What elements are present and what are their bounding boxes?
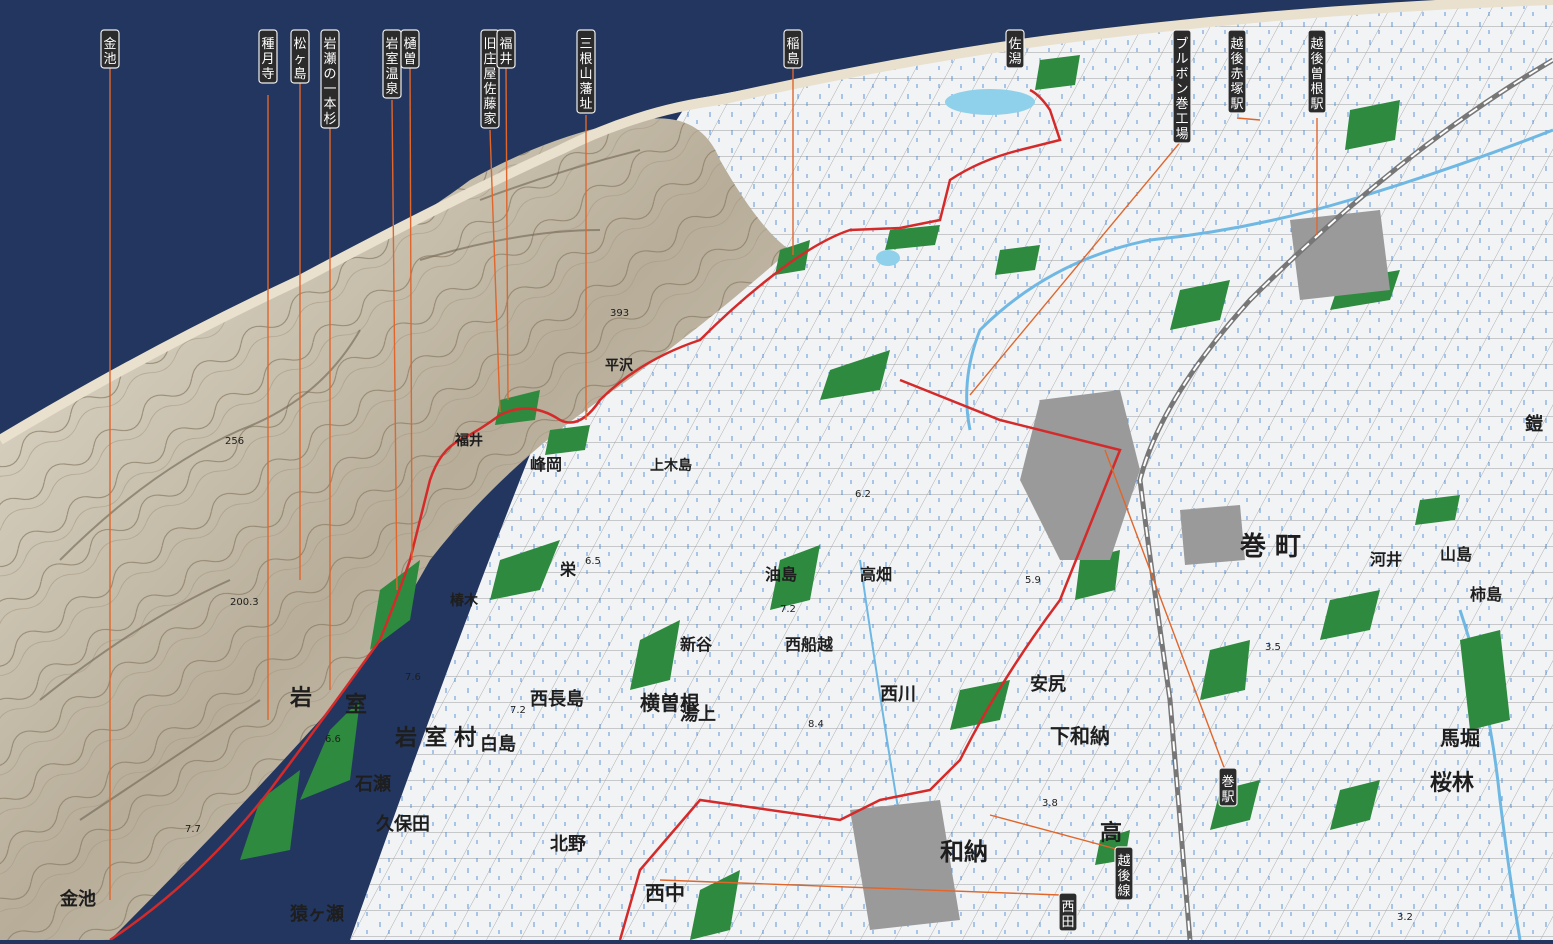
label-sarugase: 猿ヶ瀬 [289,903,344,925]
label-shimowanou: 下和納 [1050,724,1110,748]
label-nishikawa: 西川 [880,684,916,705]
pond [876,250,900,266]
callout-text: 越後曽根駅 [1310,37,1323,112]
terrain-map-canvas[interactable]: 岩 室 岩 室 村 巻 町 和納 下和納 桜林 馬堀 横曽根 西長島 北野 西中… [0,0,1553,942]
label-fukui-map: 福井 [454,432,483,449]
label-mineoka: 峰岡 [530,455,562,474]
callout-text: 岩室温泉 [385,37,398,97]
svg-text:6.2: 6.2 [855,489,871,500]
svg-text:7.2: 7.2 [510,705,526,716]
callout-text: 佐潟 [1008,37,1021,67]
label-abujima: 油島 [765,565,797,584]
callout-echigo_line[interactable]: 越後線 [1114,846,1134,901]
callout-sakata[interactable]: 佐潟 [1005,29,1025,69]
label-shinya: 新谷 [680,635,713,654]
label-kubota: 久保田 [376,813,430,835]
svg-text:3.2: 3.2 [1397,912,1413,923]
label-hirasawa: 平沢 [605,357,634,374]
label-kawai: 河井 [1370,550,1402,569]
label-yamajima: 山島 [1440,545,1472,564]
callout-text: 西田 [1061,900,1074,930]
callout-text: 福井 [499,37,512,67]
svg-text:3.5: 3.5 [1265,642,1281,653]
map-view[interactable]: 岩 室 岩 室 村 巻 町 和納 下和納 桜林 馬堀 横曽根 西長島 北野 西中… [0,0,1553,942]
label-iwamuro-mura: 岩 室 村 [394,725,476,751]
label-nishinaka: 西中 [645,881,685,905]
svg-text:8.4: 8.4 [808,719,824,730]
svg-text:393: 393 [610,308,629,319]
sakata-lagoon [945,89,1035,115]
label-anjiri: 安尻 [1030,673,1066,695]
label-maki-town: 巻 町 [1239,532,1301,562]
callout-text: ブルボン巻工場 [1175,36,1188,142]
label-ishise: 石瀬 [354,774,391,795]
callout-text: 樋曽 [403,36,416,67]
callout-nishida[interactable]: 西田 [1058,892,1078,932]
callout-mine_yama[interactable]: 三根山藩址 [576,29,596,114]
label-kakijima: 柿島 [1470,585,1502,604]
label-nishifunakoshi: 西船越 [785,635,834,654]
svg-text:200.3: 200.3 [230,597,259,608]
label-umahori: 馬堀 [1440,726,1480,750]
callout-text: 三根山藩址 [579,37,592,112]
label-muro: 室 [345,692,367,718]
label-tsubakimoto: 椿木 [450,592,479,609]
label-wanou: 和納 [940,838,988,866]
label-shirashima: 白島 [480,733,516,755]
label-iwa: 岩 [289,686,312,711]
label-sakae: 栄 [559,560,577,579]
callout-higuso[interactable]: 樋曽 [400,29,420,69]
callout-maki_eki[interactable]: 巻駅 [1218,767,1238,807]
callout-matsugashima[interactable]: 松ヶ島 [290,29,310,84]
label-sakurabayashi: 桜林 [1430,771,1474,796]
callout-text: 金池 [103,36,116,67]
label-taka: 高 [1100,820,1122,846]
callout-text: 松ヶ島 [293,37,306,82]
callout-iwamuro_onsen[interactable]: 岩室温泉 [382,29,402,99]
label-takahata: 高畑 [860,565,892,584]
svg-text:7.2: 7.2 [780,604,796,615]
callout-text: 巻駅 [1221,775,1234,805]
svg-text:7.6: 7.6 [405,672,421,683]
label-yuagari: 湯上 [680,704,716,725]
svg-text:6.5: 6.5 [585,556,601,567]
callout-text: 越後線 [1117,854,1130,899]
svg-text:256: 256 [225,436,244,447]
callout-iwase_ipponsugi[interactable]: 岩瀬の一本杉 [320,29,340,129]
callout-kanaike[interactable]: 金池 [100,29,120,69]
callout-kyu_shoya[interactable]: 旧庄屋佐藤家 [480,29,500,129]
callout-text: 越後赤塚駅 [1230,37,1243,112]
label-yoroi: 鎧 [1525,413,1543,435]
label-kitano: 北野 [550,834,586,855]
svg-text:5.9: 5.9 [1025,575,1041,586]
callout-inejima[interactable]: 稲島 [783,29,803,69]
callout-text: 旧庄屋佐藤家 [483,37,496,127]
svg-text:7.7: 7.7 [185,824,201,835]
svg-text:6.6: 6.6 [325,734,341,745]
svg-text:3.8: 3.8 [1042,798,1058,809]
callout-fukui[interactable]: 福井 [496,29,516,69]
callout-echigo_sone[interactable]: 越後曽根駅 [1307,29,1327,114]
label-kamikijima: 上木島 [650,457,692,474]
callout-shugetsuji[interactable]: 種月寺 [258,29,278,84]
callout-text: 稲島 [786,37,799,67]
callout-echigo_akatsuka[interactable]: 越後赤塚駅 [1227,29,1247,114]
callout-text: 岩瀬の一本杉 [323,37,336,127]
callout-bourbon[interactable]: ブルボン巻工場 [1172,29,1192,144]
label-nishinagashima: 西長島 [530,688,584,710]
callout-text: 種月寺 [261,36,274,82]
label-kanaike-map: 金池 [59,888,96,910]
